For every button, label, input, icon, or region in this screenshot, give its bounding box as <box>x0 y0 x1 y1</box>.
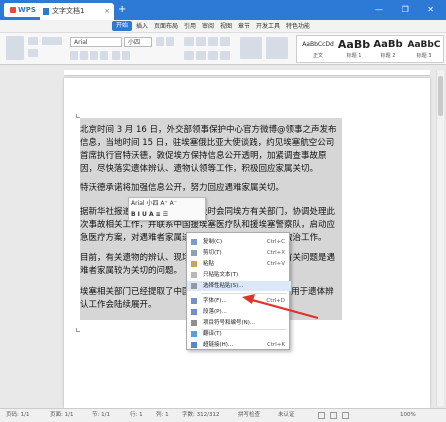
status-auth[interactable]: 未认证 <box>278 409 295 422</box>
view-web-icon[interactable] <box>330 412 337 419</box>
view-print-icon[interactable] <box>318 412 325 419</box>
arrow-shaft <box>251 298 319 320</box>
arrow-head <box>242 294 255 304</box>
status-page: 页码: 1/1 <box>6 412 30 418</box>
view-outline-icon[interactable] <box>342 412 349 419</box>
status-spell-check[interactable]: 拼写检查 <box>238 409 260 422</box>
status-section: 节: 1/1 <box>92 412 110 418</box>
status-column: 列: 1 <box>156 412 169 418</box>
status-word-count[interactable]: 字数: 312/312 <box>182 409 219 422</box>
status-pages: 页面: 1/1 <box>50 412 74 418</box>
status-row: 行: 1 <box>130 412 143 418</box>
zoom-level[interactable]: 100% <box>400 409 416 422</box>
annotation-arrow <box>242 294 319 320</box>
status-bar: 页码: 1/1 页面: 1/1 节: 1/1 行: 1 列: 1 字数: 312… <box>0 408 446 422</box>
